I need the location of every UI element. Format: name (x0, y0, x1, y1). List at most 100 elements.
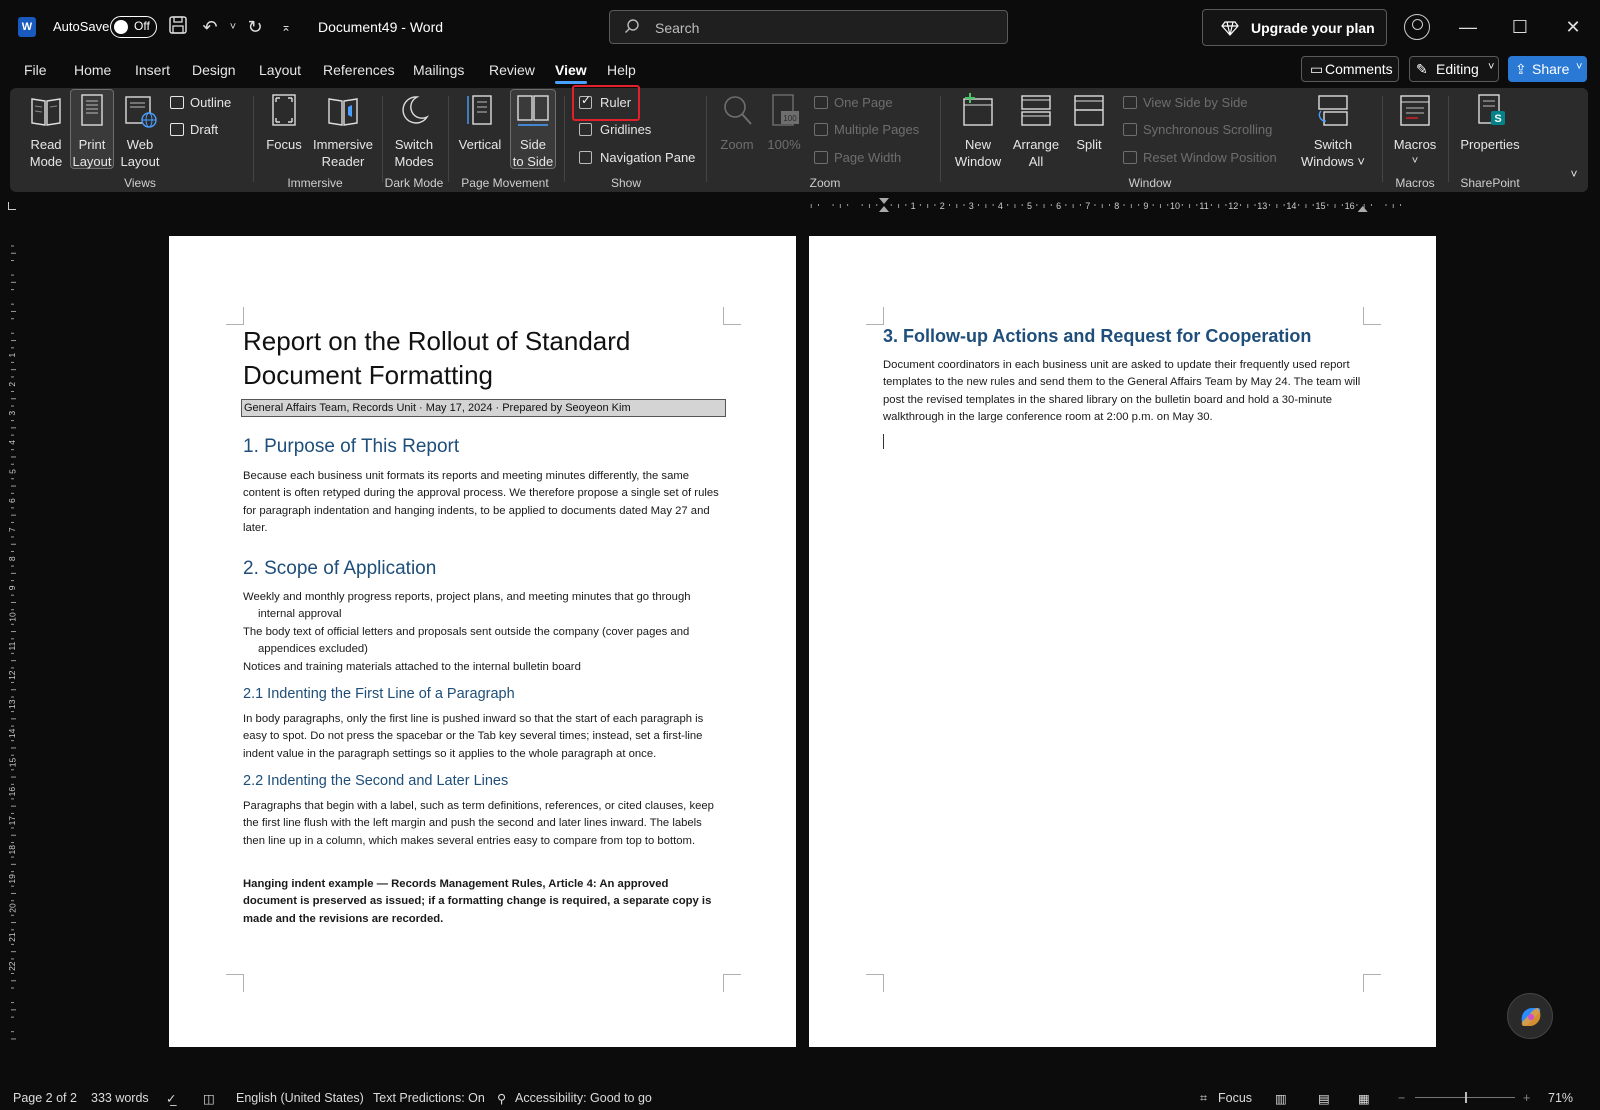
search-box[interactable]: Search (609, 10, 1008, 44)
new-window-label-2: Window (954, 154, 1002, 169)
ruler-label: 17 (7, 816, 17, 826)
ruler-label: 13 (7, 699, 17, 709)
view-side-by-side-button[interactable]: View Side by Side (1123, 95, 1248, 110)
close-icon[interactable]: ✕ (1558, 14, 1588, 40)
tab-design[interactable]: Design (192, 62, 236, 78)
account-avatar[interactable] (1404, 14, 1430, 40)
share-button[interactable]: ⇪ Share ˅ (1508, 56, 1587, 82)
tab-home[interactable]: Home (74, 62, 111, 78)
zoom-100-button[interactable]: 100 100% (764, 93, 804, 153)
focus-button[interactable]: Focus (262, 93, 306, 153)
navigation-pane-checkbox[interactable]: Navigation Pane (579, 150, 695, 165)
pencil-icon: ✎ (1416, 61, 1428, 77)
immersive-reader-button[interactable]: Immersive Reader (310, 93, 376, 170)
vertical-ruler[interactable]: 12345678910111213141516171819202122 (6, 230, 20, 1040)
zoom-in-icon[interactable]: + (1523, 1091, 1530, 1105)
text-predictions[interactable]: Text Predictions: On (373, 1091, 485, 1105)
tab-references[interactable]: References (323, 62, 395, 78)
book-check-icon[interactable]: ◫ (203, 1091, 215, 1106)
paragraph-purpose: Because each business unit formats its r… (243, 470, 719, 534)
side-by-side-icon (1123, 96, 1137, 109)
print-layout-view-icon[interactable]: ▤ (1318, 1091, 1330, 1106)
web-layout-button[interactable]: Web Layout (116, 93, 164, 170)
undo-icon[interactable]: ↶ (198, 15, 222, 39)
multiple-pages-button[interactable]: Multiple Pages (814, 122, 919, 137)
tab-mailings[interactable]: Mailings (413, 62, 464, 78)
page-100-icon: 100 (772, 94, 799, 126)
tab-file[interactable]: File (24, 62, 47, 78)
outline-button[interactable]: Outline (170, 95, 231, 110)
upgrade-plan-button[interactable]: Upgrade your plan (1202, 9, 1387, 46)
save-icon[interactable] (166, 15, 190, 39)
one-page-button[interactable]: One Page (814, 95, 893, 110)
side-to-side-button[interactable]: Side to Side (510, 93, 556, 170)
focus-mode[interactable]: Focus (1218, 1091, 1252, 1105)
draft-button[interactable]: Draft (170, 122, 218, 137)
document-page-1[interactable]: Report on the Rollout of Standard Docume… (169, 236, 796, 1047)
zoom-100-label: 100% (767, 137, 801, 152)
tab-view[interactable]: View (555, 62, 587, 84)
proofing-icon[interactable]: ✓̲ (166, 1091, 176, 1106)
tab-review[interactable]: Review (489, 62, 535, 78)
editing-mode-button[interactable]: ✎ Editing ˅ (1409, 56, 1499, 82)
search-icon (625, 19, 639, 33)
reset-window-position-button[interactable]: Reset Window Position (1123, 150, 1277, 165)
comment-icon: ▭ (1310, 61, 1324, 77)
collapse-ribbon-icon[interactable]: ˅ (1566, 166, 1582, 183)
zoom-label: Zoom (720, 137, 754, 152)
new-window-button[interactable]: New Window (950, 93, 1006, 170)
vertical-label: Vertical (458, 137, 502, 152)
zoom-level[interactable]: 71% (1548, 1091, 1573, 1105)
zoom-out-icon[interactable]: − (1398, 1091, 1405, 1105)
new-window-label-1: New (964, 137, 991, 152)
web-layout-view-icon[interactable]: ▦ (1358, 1091, 1370, 1106)
comments-button[interactable]: ▭ Comments (1301, 56, 1399, 82)
ruler-label: 14 (1286, 201, 1296, 211)
zoom-button[interactable]: Zoom (716, 93, 758, 153)
tab-layout[interactable]: Layout (259, 62, 301, 78)
undo-dropdown-icon[interactable]: ˅ (221, 15, 245, 39)
toggle-knob (114, 19, 128, 34)
tab-help[interactable]: Help (607, 62, 636, 78)
ruler-label: 10 (7, 612, 17, 622)
horizontal-ruler[interactable]: 1 2 3 4 5 6 7 8 9 10 11 12 13 14 15 16 (810, 198, 1436, 212)
reset-position-icon (1123, 151, 1137, 164)
vertical-button[interactable]: Vertical (456, 93, 504, 153)
switch-windows-label-1: Switch (1313, 137, 1353, 152)
read-mode-view-icon[interactable]: ▥ (1275, 1091, 1287, 1106)
group-zoom-label: Zoom (809, 176, 841, 190)
language[interactable]: English (United States) (236, 1091, 364, 1105)
zoom-slider-thumb[interactable] (1465, 1092, 1467, 1103)
magnifier-icon (724, 96, 752, 125)
maximize-icon[interactable]: ☐ (1505, 14, 1535, 40)
redo-icon[interactable]: ↻ (243, 15, 267, 39)
switch-modes-button[interactable]: Switch Modes (388, 93, 440, 170)
ruler-label: 12 (7, 670, 17, 680)
accessibility-status[interactable]: Accessibility: Good to go (515, 1091, 652, 1105)
properties-button[interactable]: S Properties (1458, 93, 1522, 153)
autosave-toggle[interactable]: Off (110, 16, 157, 38)
arrange-all-button[interactable]: Arrange All (1008, 93, 1064, 170)
macros-button[interactable]: Macros ˅ (1390, 93, 1440, 170)
heading-followup: 3. Follow-up Actions and Request for Coo… (883, 326, 1312, 346)
synchronous-scrolling-button[interactable]: Synchronous Scrolling (1123, 122, 1272, 137)
print-layout-button[interactable]: Print Layout (70, 93, 114, 170)
page-width-button[interactable]: Page Width (814, 150, 901, 165)
ruler-label: 2 (7, 382, 17, 387)
crop-mark (866, 307, 884, 325)
page-count[interactable]: Page 2 of 2 (13, 1091, 77, 1105)
word-count[interactable]: 333 words (91, 1091, 149, 1105)
copilot-button[interactable] (1507, 993, 1553, 1039)
gridlines-checkbox[interactable]: Gridlines (579, 122, 651, 137)
customize-toolbar-icon[interactable]: ⌅ (274, 15, 298, 39)
document-page-2[interactable]: 3. Follow-up Actions and Request for Coo… (809, 236, 1436, 1047)
multiple-pages-label: Multiple Pages (834, 122, 920, 137)
read-mode-button[interactable]: Read Mode (24, 93, 68, 170)
switch-windows-button[interactable]: Switch Windows ˅ (1300, 93, 1366, 170)
split-button[interactable]: Split (1066, 93, 1112, 153)
tab-insert[interactable]: Insert (135, 62, 170, 78)
split-label: Split (1076, 137, 1102, 152)
minimize-icon[interactable]: — (1453, 14, 1483, 40)
tab-selector-icon[interactable] (8, 202, 16, 210)
one-page-icon (814, 96, 828, 109)
